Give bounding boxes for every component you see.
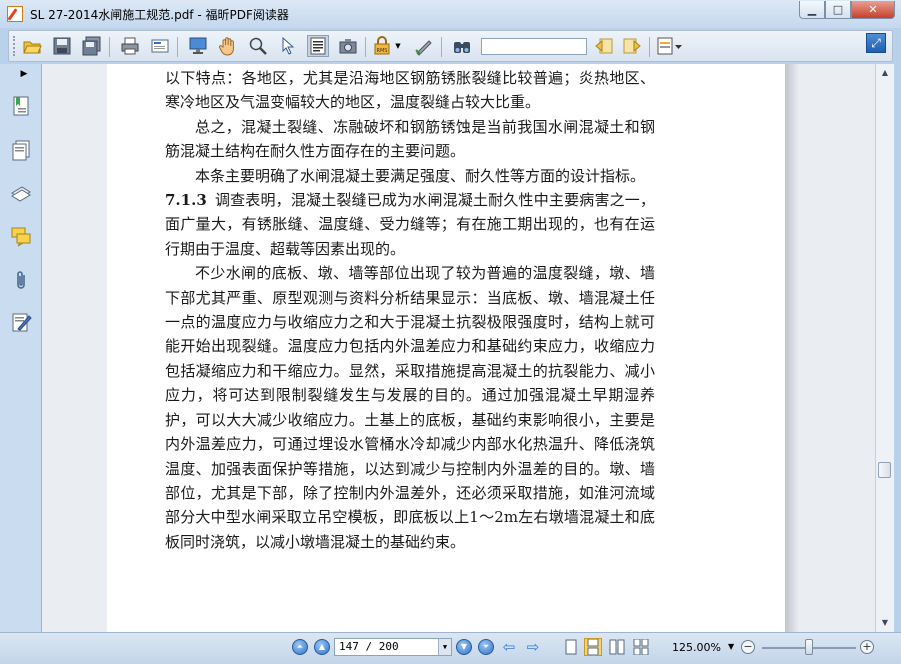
signatures-icon[interactable] [9, 310, 33, 334]
page-dropdown-icon[interactable]: ▼ [438, 639, 451, 655]
page-text: 以下特点：各地区，尤其是沿海地区钢筋锈胀裂缝比较普遍；炎热地区、寒冷地区及气温变… [165, 66, 655, 554]
status-bar: ⏶ ▲ 147 / 200 ▼ ▼ ⏷ ⇦ ⇨ 125.00% ▼ − + [0, 632, 901, 664]
first-page-icon[interactable]: ⏶ [292, 639, 308, 655]
scroll-down-icon[interactable]: ▼ [878, 616, 892, 630]
save-as-icon[interactable] [81, 35, 103, 57]
search-input[interactable] [481, 38, 587, 55]
next-page-icon[interactable]: ▼ [456, 639, 472, 655]
layers-icon[interactable] [9, 180, 33, 204]
email-icon[interactable] [149, 35, 171, 57]
zoom-slider-thumb[interactable] [805, 639, 813, 655]
bookmarks-icon[interactable] [9, 94, 33, 118]
find-icon[interactable] [451, 35, 473, 57]
paragraph: 不少水闸的底板、墩、墙等部位出现了较为普遍的温度裂缝，墩、墙下部尤其严重、原型观… [165, 264, 655, 551]
hand-tool-icon[interactable] [217, 35, 239, 57]
maximize-button[interactable]: □ [825, 1, 851, 19]
single-page-view-icon[interactable] [562, 638, 580, 656]
previous-page-icon[interactable]: ▲ [314, 639, 330, 655]
section-text: 调查表明，混凝土裂缝已成为水闸混凝土耐久性中主要病害之一，面广量大，有锈胀缝、温… [165, 191, 655, 258]
page-number-value: 147 / 200 [339, 640, 399, 653]
highlight-icon[interactable] [655, 35, 685, 57]
select-arrow-icon[interactable] [277, 35, 299, 57]
window-controls: ▁ □ ✕ [799, 1, 895, 19]
minimize-button[interactable]: ▁ [799, 1, 825, 19]
toolbar-separator [109, 37, 110, 57]
main-toolbar: RMS ▼ [8, 30, 893, 62]
expand-icon[interactable]: ⤢ [866, 33, 886, 53]
zoom-tool-icon[interactable] [247, 35, 269, 57]
toolbar-separator [177, 37, 178, 57]
toolbar-separator [441, 37, 442, 57]
page-shadow [785, 64, 799, 632]
page-number-field[interactable]: 147 / 200 ▼ [334, 638, 452, 656]
zoom-value[interactable]: 125.00% [672, 641, 721, 654]
continuous-facing-view-icon[interactable] [632, 638, 650, 656]
facing-view-icon[interactable] [608, 638, 626, 656]
next-result-icon[interactable] [621, 35, 643, 57]
toolbar-separator [365, 37, 366, 57]
print-icon[interactable] [119, 35, 141, 57]
rms-dropdown-icon[interactable]: ▼ [393, 35, 403, 57]
scroll-thumb[interactable] [878, 462, 891, 478]
open-icon[interactable] [21, 35, 43, 57]
toolbar-grip[interactable] [13, 36, 18, 56]
paragraph: 总之，混凝土裂缝、冻融破坏和钢筋锈蚀是当前我国水闸混凝土和钢筋混凝土结构在耐久性… [165, 117, 655, 161]
panel-toggle-icon[interactable]: ▶ [11, 66, 37, 82]
go-forward-icon[interactable]: ⇨ [524, 639, 542, 655]
comments-icon[interactable] [9, 224, 33, 248]
navigation-panel: ▶ [0, 64, 42, 632]
scroll-up-icon[interactable]: ▲ [878, 66, 892, 80]
zoom-out-icon[interactable]: − [741, 640, 755, 654]
go-back-icon[interactable]: ⇦ [500, 639, 518, 655]
paragraph: 本条主要明确了水闸混凝土要满足强度、耐久性等方面的设计指标。 [195, 166, 646, 185]
prev-result-icon[interactable] [593, 35, 615, 57]
text-select-icon[interactable] [307, 35, 329, 57]
save-icon[interactable] [51, 35, 73, 57]
document-view[interactable]: 以下特点：各地区，尤其是沿海地区钢筋锈胀裂缝比较普遍；炎热地区、寒冷地区及气温变… [42, 64, 875, 632]
rms-icon[interactable]: RMS [371, 35, 393, 57]
fullscreen-icon[interactable] [187, 35, 209, 57]
pages-icon[interactable] [9, 138, 33, 162]
continuous-view-icon[interactable] [584, 638, 602, 656]
section-number: 7.1.3 [165, 191, 207, 210]
title-bar: SL 27-2014水闸施工规范.pdf - 福昕PDF阅读器 ▁ □ ✕ [0, 0, 901, 28]
toolbar-separator [649, 37, 650, 57]
rms-label: RMS [377, 48, 388, 54]
vertical-scrollbar[interactable]: ▲ ▼ [875, 64, 894, 632]
zoom-dropdown-icon[interactable]: ▼ [728, 642, 734, 651]
zoom-in-icon[interactable]: + [860, 640, 874, 654]
attachments-icon[interactable] [9, 268, 33, 292]
pdf-page: 以下特点：各地区，尤其是沿海地区钢筋锈胀裂缝比较普遍；炎热地区、寒冷地区及气温变… [107, 64, 799, 632]
last-page-icon[interactable]: ⏷ [478, 639, 494, 655]
foxit-app-icon[interactable] [7, 6, 23, 22]
snapshot-icon[interactable] [337, 35, 359, 57]
paragraph: 以下特点：各地区，尤其是沿海地区钢筋锈胀裂缝比较普遍；炎热地区、寒冷地区及气温变… [165, 69, 655, 112]
section-paragraph: 7.1.3 调查表明，混凝土裂缝已成为水闸混凝土耐久性中主要病害之一，面广量大，有… [165, 188, 655, 261]
sign-icon[interactable] [413, 35, 435, 57]
window-title: SL 27-2014水闸施工规范.pdf - 福昕PDF阅读器 [30, 8, 289, 22]
close-button[interactable]: ✕ [851, 1, 895, 19]
